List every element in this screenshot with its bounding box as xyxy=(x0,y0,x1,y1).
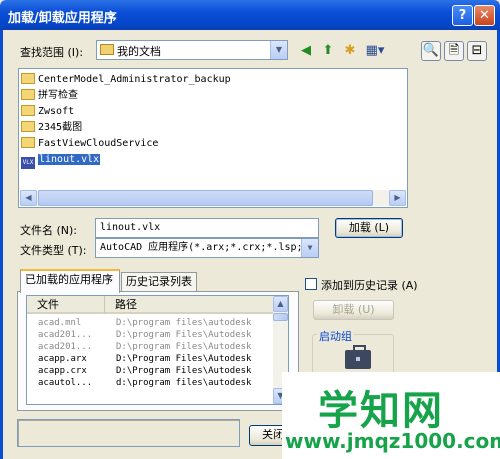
folder-icon xyxy=(21,137,35,148)
folder-icon xyxy=(21,73,35,84)
load-button[interactable]: 加载 (L) xyxy=(335,218,403,238)
filename-input[interactable]: linout.vlx xyxy=(95,218,319,238)
search-web-icon[interactable]: 🗎 xyxy=(444,41,464,61)
folder-icon xyxy=(21,121,35,132)
list-item[interactable]: FastViewCloudService xyxy=(21,136,158,152)
lookin-value: 我的文档 xyxy=(117,45,161,58)
list-item[interactable]: Zwsoft xyxy=(21,104,74,120)
tab-loaded-apps[interactable]: 已加载的应用程序 xyxy=(20,269,120,293)
scroll-right-icon[interactable]: ▶ xyxy=(389,190,406,206)
back-icon[interactable]: ◀ xyxy=(296,41,316,61)
up-folder-icon[interactable]: ⬆ xyxy=(318,41,338,61)
filetype-dropdown-arrow[interactable]: ▼ xyxy=(301,239,318,257)
table-row[interactable]: acad201... D:\program Files\Autodesk xyxy=(27,329,275,341)
folder-icon xyxy=(21,105,35,116)
tools-icon[interactable]: ⊟ xyxy=(467,41,487,61)
list-item[interactable]: 2345截图 xyxy=(21,120,82,136)
status-box xyxy=(17,419,240,447)
lookin-combo[interactable]: 我的文档 ▼ xyxy=(96,40,288,60)
table-row[interactable]: acad201... D:\program Files\Autodesk xyxy=(27,341,275,353)
table-row[interactable]: acad.mnl D:\program files\autodesk xyxy=(27,317,275,329)
title-bar: 加载/卸载应用程序 ? ✕ xyxy=(0,0,500,30)
unload-button[interactable]: 卸载 (U) xyxy=(313,300,394,320)
filetype-value: AutoCAD 应用程序(*.arx;*.crx;*.lsp;* xyxy=(100,242,309,253)
watermark-url: www.jmqz1000.com xyxy=(285,429,500,453)
table-row[interactable]: acapp.arx D:\Program Files\Autodesk xyxy=(27,353,275,365)
lookin-label: 查找范围 (I): xyxy=(20,46,84,59)
scroll-left-icon[interactable]: ◀ xyxy=(20,190,37,206)
folder-icon xyxy=(21,89,35,100)
filename-label: 文件名 (N): xyxy=(20,224,78,237)
find-icon[interactable]: 🔍 xyxy=(421,41,441,61)
window-title: 加载/卸载应用程序 xyxy=(8,11,117,26)
add-history-label: 添加到历史记录 (A) xyxy=(321,279,418,292)
table-row[interactable]: acautol... d:\program files\autodesk xyxy=(27,377,275,389)
startup-group-title: 启动组 xyxy=(317,328,354,344)
filetype-select[interactable]: AutoCAD 应用程序(*.arx;*.crx;*.lsp;* ▼ xyxy=(95,238,319,258)
lookin-dropdown-arrow[interactable]: ▼ xyxy=(270,41,287,59)
horizontal-scrollbar[interactable]: ◀ ▶ xyxy=(20,190,406,206)
scroll-up-icon[interactable]: ▲ xyxy=(273,296,288,312)
window-frame-left xyxy=(0,30,3,459)
close-window-button[interactable]: ✕ xyxy=(474,5,495,26)
column-header-path[interactable]: 路径 xyxy=(105,296,275,314)
add-history-checkbox[interactable] xyxy=(305,278,317,290)
scroll-thumb[interactable] xyxy=(38,190,373,206)
loaded-apps-table[interactable]: 文件 路径 acad.mnl D:\program files\autodesk … xyxy=(26,295,289,405)
filetype-label: 文件类型 (T): xyxy=(20,244,87,257)
list-item-selected[interactable]: VLX linout.vlx xyxy=(21,152,101,169)
views-menu-icon[interactable]: ▦▾ xyxy=(362,41,388,61)
briefcase-icon[interactable] xyxy=(345,345,371,369)
vlx-file-icon: VLX xyxy=(21,157,35,169)
column-header-file[interactable]: 文件 xyxy=(27,296,105,314)
tab-history-list[interactable]: 历史记录列表 xyxy=(121,272,197,292)
list-item[interactable]: CenterModel_Administrator_backup xyxy=(21,72,231,88)
documents-folder-icon xyxy=(100,44,114,55)
new-folder-icon[interactable]: ✱ xyxy=(340,41,360,61)
help-button[interactable]: ? xyxy=(452,5,473,26)
scroll-thumb[interactable] xyxy=(273,313,288,321)
watermark-logo: 学知网 xyxy=(318,388,444,434)
list-item[interactable]: 拼写检查 xyxy=(21,88,78,104)
table-row[interactable]: acapp.crx D:\Program Files\Autodesk xyxy=(27,365,275,377)
file-list[interactable]: CenterModel_Administrator_backup 拼写检查 Zw… xyxy=(18,68,408,208)
